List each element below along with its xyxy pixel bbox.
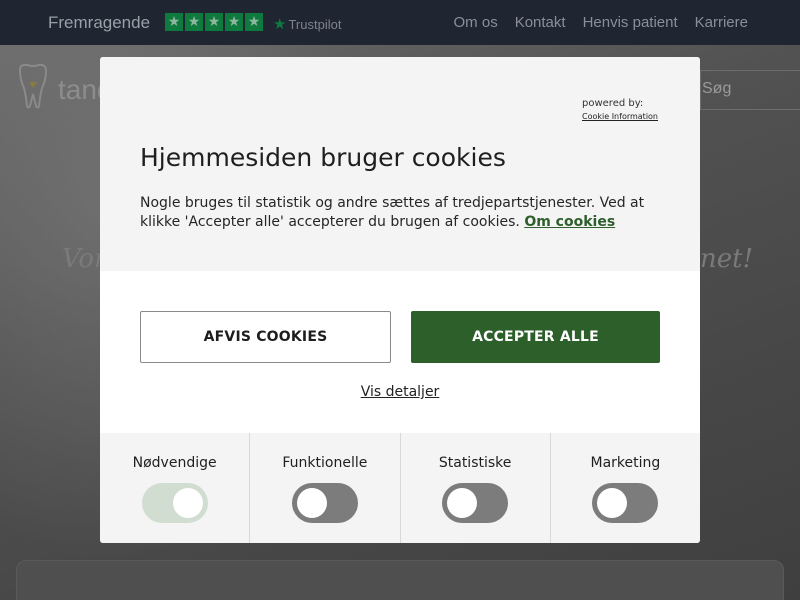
reject-cookies-button[interactable]: AFVIS COOKIES [140,311,391,363]
toggle-knob [447,488,478,518]
cookie-information-link[interactable]: Cookie Information [582,112,658,121]
category-label: Statistiske [438,455,512,471]
cookie-dialog: powered by: Cookie Information Hjemmesid… [100,57,700,543]
category-functional: Funktionelle [250,433,401,543]
toggle-knob [597,488,628,518]
star-icon: ★ [205,13,223,31]
nav-link-om-os[interactable]: Om os [454,14,498,31]
necessary-toggle[interactable] [141,483,208,523]
search-label[interactable]: Søg [702,80,731,98]
star-icon: ★ [245,13,263,31]
powered-by-text: powered by: [582,98,644,109]
category-label: Funktionelle [282,455,368,471]
content-card [16,560,784,600]
category-marketing: Marketing [551,433,700,543]
cookie-dialog-header: powered by: Cookie Information Hjemmesid… [100,57,700,271]
cookie-categories: Nødvendige Funktionelle Statistiske Mark… [100,433,700,543]
category-label: Marketing [590,455,661,471]
trustpilot-label: Trustpilot [288,17,342,32]
accept-all-button[interactable]: ACCEPTER ALLE [411,311,660,363]
trustpilot-logo[interactable]: ★ Trustpilot [273,15,341,33]
functional-toggle[interactable] [291,483,358,523]
tooth-logo-icon[interactable] [16,64,50,110]
hero-headline-right: net! [700,244,754,274]
star-icon: ★ [185,13,203,31]
toggle-knob [172,488,203,518]
trustpilot-rating-text: Fremragende [48,13,151,32]
about-cookies-link[interactable]: Om cookies [524,214,615,230]
nav-link-karriere[interactable]: Karriere [695,14,748,31]
star-icon: ★ [225,13,243,31]
trustpilot-star-icon: ★ [273,16,287,33]
top-nav: Om os Kontakt Henvis patient Karriere [454,14,748,31]
marketing-toggle[interactable] [592,483,659,523]
top-bar: Fremragende ★ ★ ★ ★ ★ ★ Trustpilot Om os … [0,0,800,45]
nav-link-henvis-patient[interactable]: Henvis patient [583,14,678,31]
category-necessary: Nødvendige [100,433,251,543]
category-label: Nødvendige [132,455,217,471]
trustpilot-stars: ★ ★ ★ ★ ★ [165,13,263,31]
toggle-knob [296,488,327,518]
statistics-toggle[interactable] [442,483,509,523]
star-icon: ★ [165,13,183,31]
cookie-dialog-title: Hjemmesiden bruger cookies [140,143,506,172]
show-details-link[interactable]: Vis detaljer [361,384,440,400]
nav-link-kontakt[interactable]: Kontakt [515,14,566,31]
category-statistics: Statistiske [401,433,551,543]
cookie-dialog-description: Nogle bruges til statistik og andre sætt… [140,194,660,232]
show-details: Vis detaljer [100,384,700,400]
